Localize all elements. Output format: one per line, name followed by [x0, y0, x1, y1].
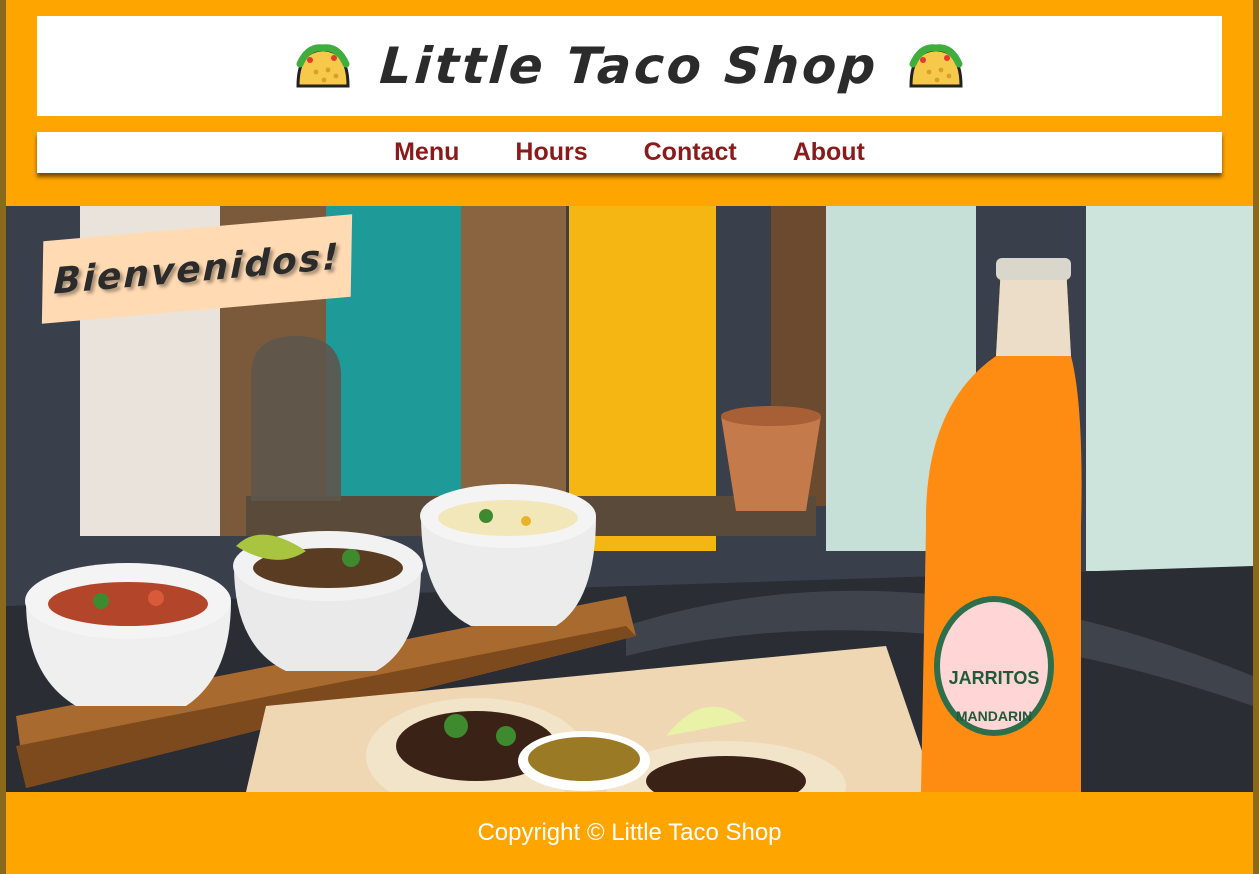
elote-bowl	[420, 484, 596, 626]
site-header: Little Taco Shop	[37, 16, 1222, 116]
nav-link-contact[interactable]: Contact	[616, 132, 765, 173]
nav-link-menu[interactable]: Menu	[366, 132, 487, 173]
taco-icon	[909, 44, 963, 88]
site-footer: Copyright © Little Taco Shop	[6, 792, 1253, 874]
plank-wood	[461, 206, 566, 496]
bottle-flavor-label: MANDARIN	[956, 708, 1032, 724]
plank-mint	[1086, 206, 1253, 571]
copyright-text: Copyright © Little Taco Shop	[477, 819, 782, 846]
bottle-brand-label: JARRITOS	[949, 668, 1040, 688]
main-nav: Menu Hours Contact About	[37, 132, 1222, 173]
nav-link-about[interactable]: About	[765, 132, 893, 173]
salsa-bowl	[25, 563, 231, 706]
guacamole-bowl	[233, 531, 423, 671]
site-title: Little Taco Shop	[378, 37, 881, 95]
welcome-banner-text: Bienvenidos!	[53, 235, 341, 303]
glass-jar	[251, 336, 341, 501]
taco-icon	[296, 44, 350, 88]
nav-link-hours[interactable]: Hours	[487, 132, 615, 173]
plant-pot	[721, 416, 821, 511]
page: Little Taco Shop Menu Hours Contact Abou…	[0, 0, 1259, 874]
